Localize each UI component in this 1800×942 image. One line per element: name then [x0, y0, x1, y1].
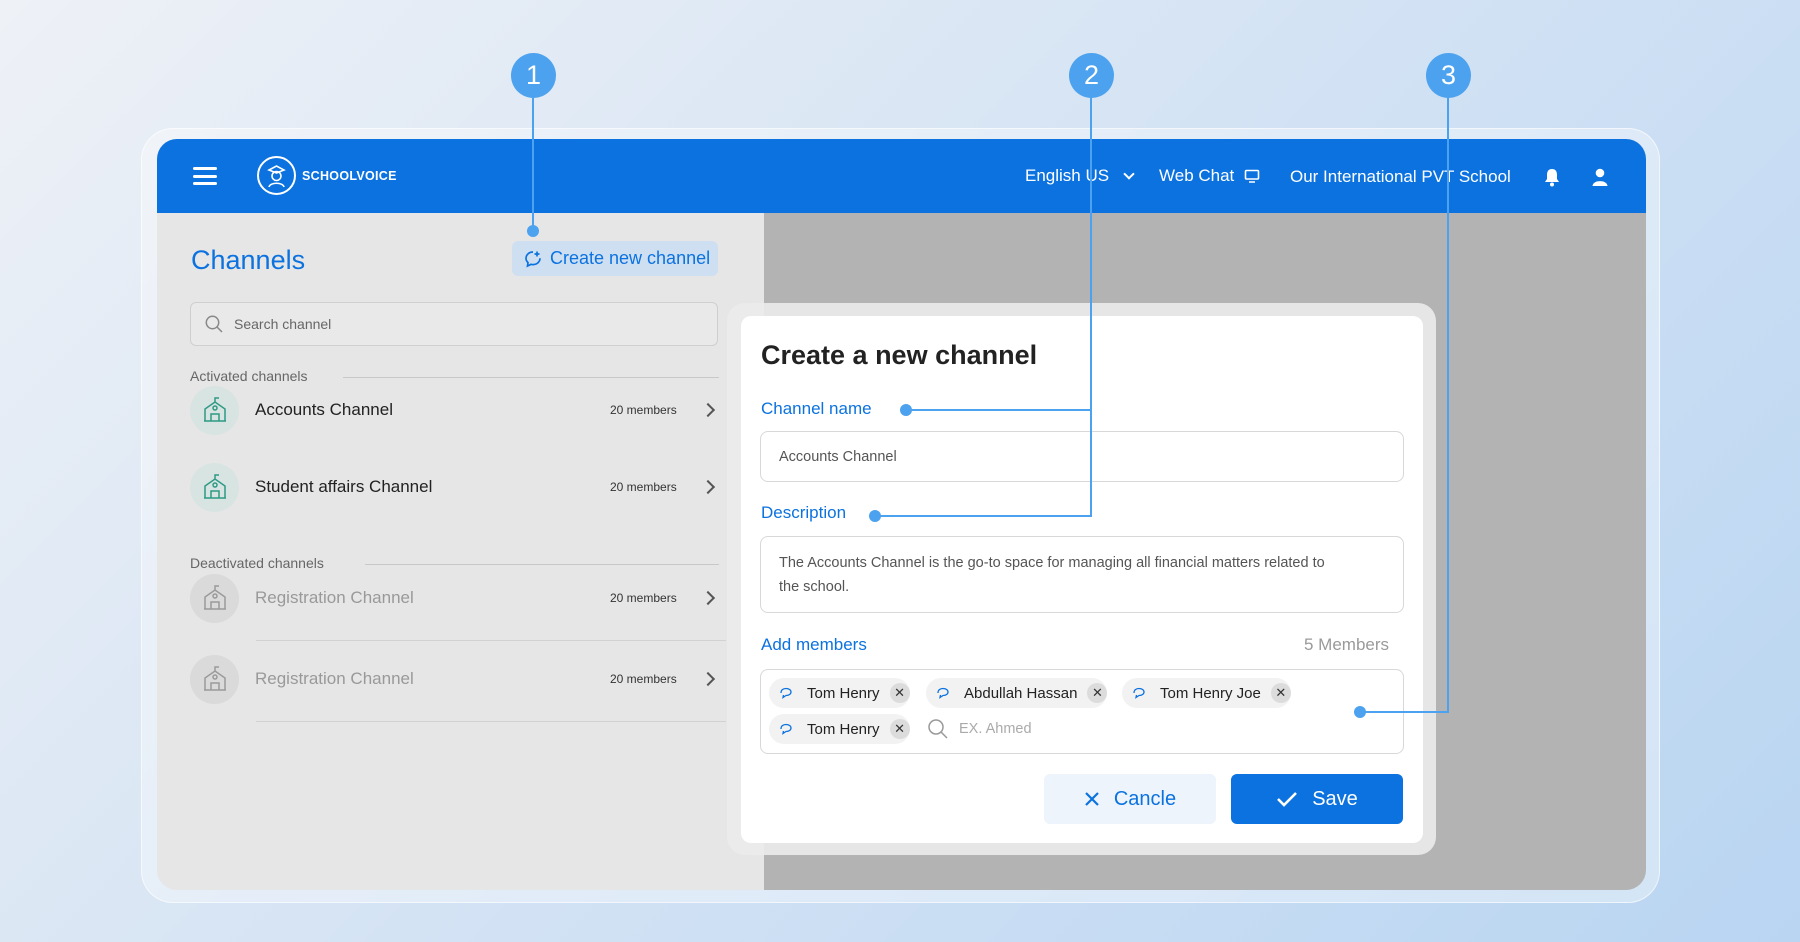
annotation-badge-2: 2	[1069, 53, 1114, 98]
member-name: Tom Henry	[807, 684, 880, 702]
cancel-label: Cancle	[1113, 787, 1177, 810]
description-label: Description	[761, 503, 847, 522]
check-icon	[1277, 792, 1298, 807]
chat-icon	[937, 687, 949, 699]
chevron-right-icon	[700, 402, 716, 418]
channel-name: Student affairs Channel	[255, 477, 433, 496]
channel-name-label: Channel name	[761, 399, 872, 418]
description-field[interactable]: The Accounts Channel is the go-to space …	[760, 536, 1404, 613]
school-label: Our International PVT School	[1290, 167, 1511, 186]
language-label: English US	[1025, 166, 1110, 185]
member-search[interactable]	[927, 718, 1109, 740]
user-icon[interactable]	[1590, 167, 1610, 187]
channel-search[interactable]	[190, 302, 718, 346]
description-line-2: the school.	[779, 579, 850, 595]
add-channel-icon	[525, 250, 541, 267]
member-name: Tom Henry Joe	[1160, 684, 1261, 702]
channel-row-accounts[interactable]: Accounts Channel 20 members	[190, 385, 720, 435]
remove-member-icon[interactable]: ✕	[1270, 683, 1291, 703]
web-chat-link[interactable]: Web Chat	[1159, 166, 1260, 186]
chat-icon	[780, 723, 792, 735]
members-count: 5 Members	[1304, 635, 1390, 654]
chevron-right-icon	[700, 479, 716, 495]
search-icon	[205, 315, 223, 333]
monitor-icon	[1244, 169, 1260, 183]
member-chip: Tom Henry ✕	[769, 714, 910, 744]
create-channel-modal: Create a new channel Channel name Accoun…	[741, 316, 1423, 843]
chat-icon	[1133, 687, 1145, 699]
member-search-input[interactable]	[959, 721, 1109, 737]
logo-icon	[257, 156, 296, 195]
channel-name-field[interactable]: Accounts Channel	[760, 431, 1404, 482]
chat-icon	[780, 687, 792, 699]
channel-name: Registration Channel	[255, 669, 414, 688]
create-channel-button[interactable]: Create new channel	[512, 241, 718, 276]
description-line-1: The Accounts Channel is the go-to space …	[779, 555, 1325, 571]
page-title: Channels	[191, 245, 306, 275]
channel-name-value: Accounts Channel	[779, 448, 897, 465]
create-channel-label: Create new channel	[550, 248, 711, 268]
web-chat-label: Web Chat	[1159, 166, 1235, 185]
menu-icon[interactable]	[193, 167, 217, 185]
school-icon	[190, 573, 239, 623]
add-members-label: Add members	[761, 635, 867, 654]
save-label: Save	[1312, 787, 1358, 810]
divider	[256, 640, 726, 641]
member-name: Tom Henry	[807, 720, 880, 738]
channel-name: Registration Channel	[255, 588, 414, 607]
annotation-badge-3: 3	[1426, 53, 1471, 98]
divider	[365, 564, 719, 565]
deactivated-section-label: Deactivated channels	[190, 555, 324, 571]
annotation-badge-1: 1	[511, 53, 556, 98]
channel-members: 20 members	[610, 403, 677, 417]
remove-member-icon[interactable]: ✕	[889, 719, 910, 739]
channel-row-student-affairs[interactable]: Student affairs Channel 20 members	[190, 462, 720, 512]
member-chip: Abdullah Hassan ✕	[926, 678, 1108, 708]
language-selector[interactable]: English US	[1025, 166, 1135, 186]
divider	[256, 721, 726, 722]
school-icon	[190, 385, 239, 435]
channels-panel: Channels Create new channel Activated ch…	[157, 213, 764, 890]
chevron-right-icon	[700, 671, 716, 687]
channel-members: 20 members	[610, 480, 677, 494]
save-button[interactable]: Save	[1231, 774, 1403, 824]
channel-row-registration[interactable]: Registration Channel 20 members	[190, 654, 720, 704]
chevron-right-icon	[700, 590, 716, 606]
search-icon	[928, 719, 948, 739]
school-icon	[190, 462, 239, 512]
top-navbar: SCHOOLVOICE English US Web Chat Our Inte…	[157, 139, 1646, 213]
member-chip: Tom Henry ✕	[769, 678, 910, 708]
school-name[interactable]: Our International PVT School	[1290, 167, 1511, 187]
channel-members: 20 members	[610, 591, 677, 605]
remove-member-icon[interactable]: ✕	[889, 683, 910, 703]
channel-name: Accounts Channel	[255, 400, 393, 419]
search-input[interactable]	[234, 316, 694, 332]
activated-section-label: Activated channels	[190, 368, 308, 384]
divider	[343, 377, 719, 378]
close-icon	[1085, 792, 1099, 806]
channel-members: 20 members	[610, 672, 677, 686]
channel-row-registration[interactable]: Registration Channel 20 members	[190, 573, 720, 623]
modal-title: Create a new channel	[761, 340, 1038, 370]
brand-name: SCHOOLVOICE	[302, 169, 397, 183]
member-name: Abdullah Hassan	[964, 684, 1078, 702]
school-icon	[190, 654, 239, 704]
chevron-down-icon	[1123, 168, 1135, 180]
bell-icon[interactable]	[1542, 167, 1562, 187]
remove-member-icon[interactable]: ✕	[1087, 683, 1108, 703]
member-chip: Tom Henry Joe ✕	[1122, 678, 1291, 708]
members-input[interactable]: Tom Henry ✕ Abdullah Hassan ✕ Tom Henry …	[760, 669, 1404, 754]
cancel-button[interactable]: Cancle	[1044, 774, 1216, 824]
